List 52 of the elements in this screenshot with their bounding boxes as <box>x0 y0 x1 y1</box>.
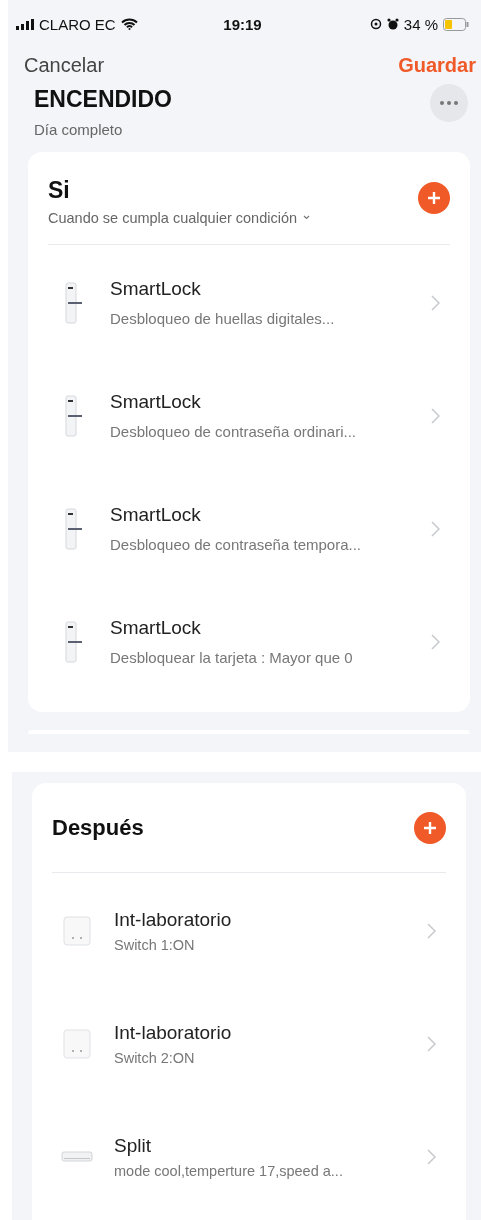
device-row[interactable]: SmartLock Desbloqueo de contraseña ordinari... <box>48 359 450 472</box>
condition-dropdown[interactable]: Cuando se cumpla cualquier condición <box>48 209 311 226</box>
device-name: SmartLock <box>110 617 202 639</box>
device-row[interactable]: Int-laboratorio Switch 2:ON <box>52 987 446 1100</box>
section-title: Después <box>52 814 144 841</box>
scene-schedule: Día completo <box>34 121 124 138</box>
device-name: SmartLock <box>110 278 202 300</box>
chevron-right-icon <box>431 294 440 311</box>
device-detail: Desbloquear la tarjeta : Mayor que 0 <box>110 649 354 666</box>
chevron-right-icon <box>427 1035 436 1052</box>
air-conditioner-icon <box>61 1150 93 1163</box>
more-icon <box>440 101 458 105</box>
device-row[interactable]: Split mode cool,temperture 17,speed a... <box>52 1100 446 1213</box>
cancel-button[interactable]: Cancelar <box>24 53 105 77</box>
wall-switch-icon <box>63 915 91 946</box>
caret-icon <box>303 215 311 220</box>
scene-title: ENCENDIDO <box>34 86 172 113</box>
plus-icon <box>427 191 441 205</box>
chevron-right-icon <box>427 922 436 939</box>
device-name: Int-laboratorio <box>114 908 233 931</box>
chevron-right-icon <box>431 407 440 424</box>
device-row[interactable]: SmartLock Desbloqueo de contraseña tempora... <box>48 472 450 585</box>
add-button[interactable] <box>418 182 450 214</box>
device-detail: Desbloqueo de huellas digitales... <box>110 310 336 327</box>
device-row[interactable]: SmartLock Desbloquear la tarjeta : Mayor que 0 <box>48 585 450 698</box>
wifi-icon <box>120 18 138 30</box>
device-detail: Switch 1:ON <box>114 936 196 953</box>
wall-switch-icon <box>63 1028 91 1059</box>
battery-percent: 34 % <box>403 15 438 33</box>
section-title: Si <box>48 176 71 204</box>
chevron-right-icon <box>431 633 440 650</box>
chevron-right-icon <box>427 1148 436 1165</box>
device-detail: Switch 2:ON <box>114 1049 196 1066</box>
more-button[interactable] <box>430 84 468 122</box>
device-detail: Desbloqueo de contraseña tempora... <box>110 536 362 553</box>
alarm-clock-icon <box>386 18 399 30</box>
orientation-lock-icon <box>369 18 382 30</box>
device-detail: Desbloqueo de contraseña ordinari... <box>110 423 357 440</box>
battery-icon <box>443 17 469 31</box>
device-row[interactable]: Int-laboratorio Switch 1:ON <box>52 874 446 987</box>
chevron-right-icon <box>431 520 440 537</box>
device-detail: mode cool,temperture 17,speed a... <box>114 1162 344 1179</box>
device-name: Int-laboratorio <box>114 1021 233 1044</box>
signal-icon <box>16 18 34 30</box>
device-name: Split <box>114 1134 152 1157</box>
device-row[interactable]: SmartLock Desbloqueo de huellas digitales... <box>48 246 450 359</box>
clock-time: 19:19 <box>223 15 262 33</box>
add-button[interactable] <box>414 811 446 844</box>
carrier-name: CLARO EC <box>39 15 116 33</box>
device-name: SmartLock <box>110 504 202 526</box>
device-name: SmartLock <box>110 391 202 413</box>
plus-icon <box>423 820 437 835</box>
